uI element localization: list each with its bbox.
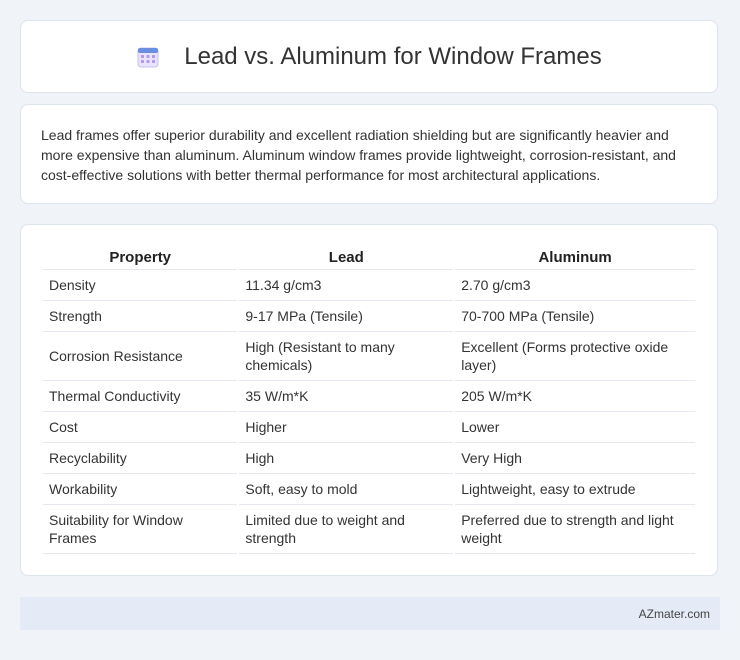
title-card: Lead vs. Aluminum for Window Frames	[20, 20, 718, 93]
aluminum-cell: Lower	[455, 412, 695, 443]
aluminum-cell: Lightweight, easy to extrude	[455, 474, 695, 505]
lead-cell: High (Resistant to many chemicals)	[239, 332, 454, 381]
column-header-property: Property	[43, 245, 238, 270]
aluminum-cell: 2.70 g/cm3	[455, 270, 695, 301]
comparison-table-card: Property Lead Aluminum Density 11.34 g/c…	[20, 224, 718, 576]
lead-cell: Soft, easy to mold	[239, 474, 454, 505]
property-cell: Density	[43, 270, 238, 301]
table-row: Cost Higher Lower	[43, 412, 695, 443]
property-cell: Thermal Conductivity	[43, 381, 238, 412]
lead-cell: 9-17 MPa (Tensile)	[239, 301, 454, 332]
aluminum-cell: 70-700 MPa (Tensile)	[455, 301, 695, 332]
table-row: Recyclability High Very High	[43, 443, 695, 474]
lead-cell: 35 W/m*K	[239, 381, 454, 412]
table-row: Strength 9-17 MPa (Tensile) 70-700 MPa (…	[43, 301, 695, 332]
table-row: Thermal Conductivity 35 W/m*K 205 W/m*K	[43, 381, 695, 412]
property-cell: Corrosion Resistance	[43, 332, 238, 381]
aluminum-cell: Very High	[455, 443, 695, 474]
property-cell: Workability	[43, 474, 238, 505]
table-header-row: Property Lead Aluminum	[43, 245, 695, 270]
summary-text: Lead frames offer superior durability an…	[41, 127, 676, 183]
page-title: Lead vs. Aluminum for Window Frames	[184, 42, 602, 70]
table-row: Suitability for Window Frames Limited du…	[43, 505, 695, 554]
table-row: Workability Soft, easy to mold Lightweig…	[43, 474, 695, 505]
summary-card: Lead frames offer superior durability an…	[20, 104, 718, 204]
aluminum-cell: 205 W/m*K	[455, 381, 695, 412]
property-cell: Strength	[43, 301, 238, 332]
column-header-lead: Lead	[239, 245, 454, 270]
footer-bar: AZmater.com	[20, 597, 720, 630]
lead-cell: Limited due to weight and strength	[239, 505, 454, 554]
lead-cell: Higher	[239, 412, 454, 443]
calendar-grid-icon	[136, 45, 160, 69]
comparison-table: Property Lead Aluminum Density 11.34 g/c…	[41, 245, 697, 554]
table-row: Density 11.34 g/cm3 2.70 g/cm3	[43, 270, 695, 301]
table-row: Corrosion Resistance High (Resistant to …	[43, 332, 695, 381]
footer-credit: AZmater.com	[638, 606, 710, 621]
aluminum-cell: Preferred due to strength and light weig…	[455, 505, 695, 554]
lead-cell: 11.34 g/cm3	[239, 270, 454, 301]
property-cell: Recyclability	[43, 443, 238, 474]
property-cell: Suitability for Window Frames	[43, 505, 238, 554]
lead-cell: High	[239, 443, 454, 474]
property-cell: Cost	[43, 412, 238, 443]
aluminum-cell: Excellent (Forms protective oxide layer)	[455, 332, 695, 381]
column-header-aluminum: Aluminum	[455, 245, 695, 270]
